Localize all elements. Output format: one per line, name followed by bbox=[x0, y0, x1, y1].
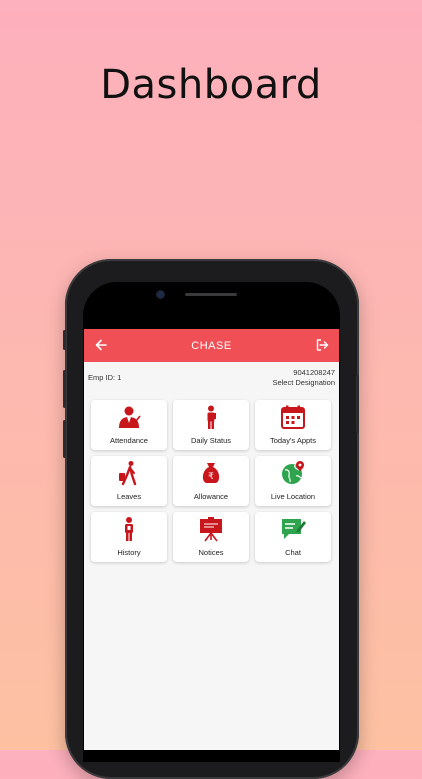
phone-side-button bbox=[356, 375, 359, 433]
rupee-bag-icon: ₹ bbox=[202, 463, 220, 483]
tile-label: Allowance bbox=[193, 492, 229, 501]
tile-label: Notices bbox=[198, 548, 224, 557]
employee-id: Emp ID: 1 bbox=[88, 373, 122, 382]
back-arrow-icon[interactable] bbox=[94, 338, 108, 352]
walking-luggage-icon bbox=[119, 461, 137, 486]
notice-board-icon bbox=[200, 517, 222, 542]
phone-side-button bbox=[63, 370, 66, 408]
phone-side-button bbox=[63, 420, 66, 458]
tile-allowance[interactable]: ₹ Allowance bbox=[173, 456, 249, 506]
person-history-icon bbox=[125, 517, 133, 541]
tile-label: Live Location bbox=[270, 492, 316, 501]
tile-leaves[interactable]: Leaves bbox=[91, 456, 167, 506]
svg-text:₹: ₹ bbox=[208, 472, 214, 482]
tile-history[interactable]: History bbox=[91, 512, 167, 562]
tile-attendance[interactable]: Attendance bbox=[91, 400, 167, 450]
tile-label: Leaves bbox=[116, 492, 142, 501]
app-title: CHASE bbox=[191, 339, 232, 352]
tile-daily-status[interactable]: Daily Status bbox=[173, 400, 249, 450]
speaker bbox=[185, 293, 237, 296]
app-screen: CHASE Emp ID: 1 9041208247 Select Design… bbox=[84, 329, 339, 750]
tile-label: Chat bbox=[285, 548, 301, 557]
chat-icon bbox=[282, 519, 306, 539]
globe-pin-icon bbox=[282, 461, 304, 484]
designation-selector[interactable]: Select Designation bbox=[272, 378, 335, 387]
tile-label: History bbox=[117, 548, 141, 557]
dashboard-grid: Attendance Daily Status Today's Appts Le… bbox=[91, 400, 332, 562]
camera bbox=[157, 291, 164, 298]
tile-label: Attendance bbox=[110, 436, 148, 445]
employee-phone: 9041208247 bbox=[293, 368, 335, 377]
tile-todays-appts[interactable]: Today's Appts bbox=[255, 400, 331, 450]
logout-icon[interactable] bbox=[315, 338, 329, 352]
phone-side-button bbox=[63, 330, 66, 350]
tile-chat[interactable]: Chat bbox=[255, 512, 331, 562]
tile-label: Today's Appts bbox=[269, 436, 317, 445]
employee-info: Emp ID: 1 9041208247 Select Designation bbox=[84, 362, 339, 394]
headline: Dashboard bbox=[100, 62, 322, 108]
tile-live-location[interactable]: Live Location bbox=[255, 456, 331, 506]
attendance-icon bbox=[119, 406, 141, 428]
tile-label: Daily Status bbox=[190, 436, 232, 445]
daily-status-icon bbox=[207, 405, 216, 429]
app-bar: CHASE bbox=[84, 329, 339, 362]
calendar-icon bbox=[281, 405, 305, 429]
tile-notices[interactable]: Notices bbox=[173, 512, 249, 562]
